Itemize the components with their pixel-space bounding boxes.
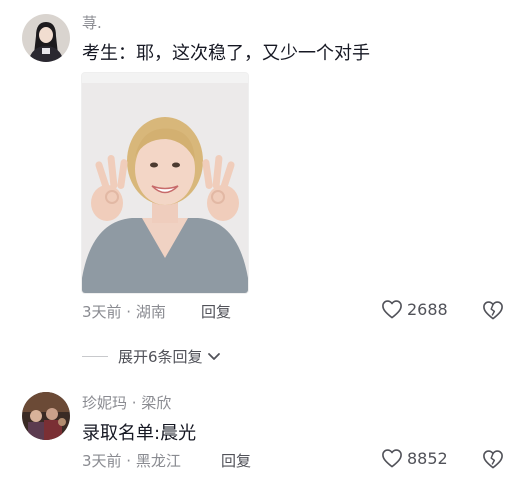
dislike-button[interactable] — [482, 449, 504, 473]
dislike-button[interactable] — [482, 300, 504, 324]
like-button[interactable]: 2688 — [381, 299, 448, 319]
comment-author[interactable]: 荨. — [82, 12, 102, 33]
broken-heart-icon — [483, 450, 503, 469]
comment-author[interactable]: 珍妮玛 · 梁欣 — [82, 392, 171, 413]
comment-image[interactable] — [81, 72, 249, 294]
heart-outline-icon — [382, 300, 402, 319]
like-button[interactable]: 8852 — [381, 448, 448, 468]
avatar[interactable] — [22, 392, 70, 440]
reply-button[interactable]: 回复 — [221, 450, 251, 471]
comment-meta: 3天前 · 湖南 — [82, 303, 166, 321]
reply-button[interactable]: 回复 — [201, 301, 231, 322]
heart-outline-icon — [382, 449, 402, 468]
broken-heart-icon — [483, 301, 503, 320]
comment-meta: 3天前 · 黑龙江 — [82, 452, 181, 470]
expand-replies-button[interactable]: 展开6条回复 — [82, 346, 221, 367]
expand-replies-label: 展开6条回复 — [118, 348, 203, 366]
avatar[interactable] — [22, 14, 70, 62]
chevron-down-icon — [207, 352, 220, 360]
like-count: 2688 — [407, 299, 448, 319]
comment-text: 录取名单:晨光 — [82, 423, 197, 444]
like-count: 8852 — [407, 448, 448, 468]
comment-text: 考生：耶，这次稳了，又少一个对手 — [82, 43, 370, 64]
expand-divider — [82, 356, 108, 357]
